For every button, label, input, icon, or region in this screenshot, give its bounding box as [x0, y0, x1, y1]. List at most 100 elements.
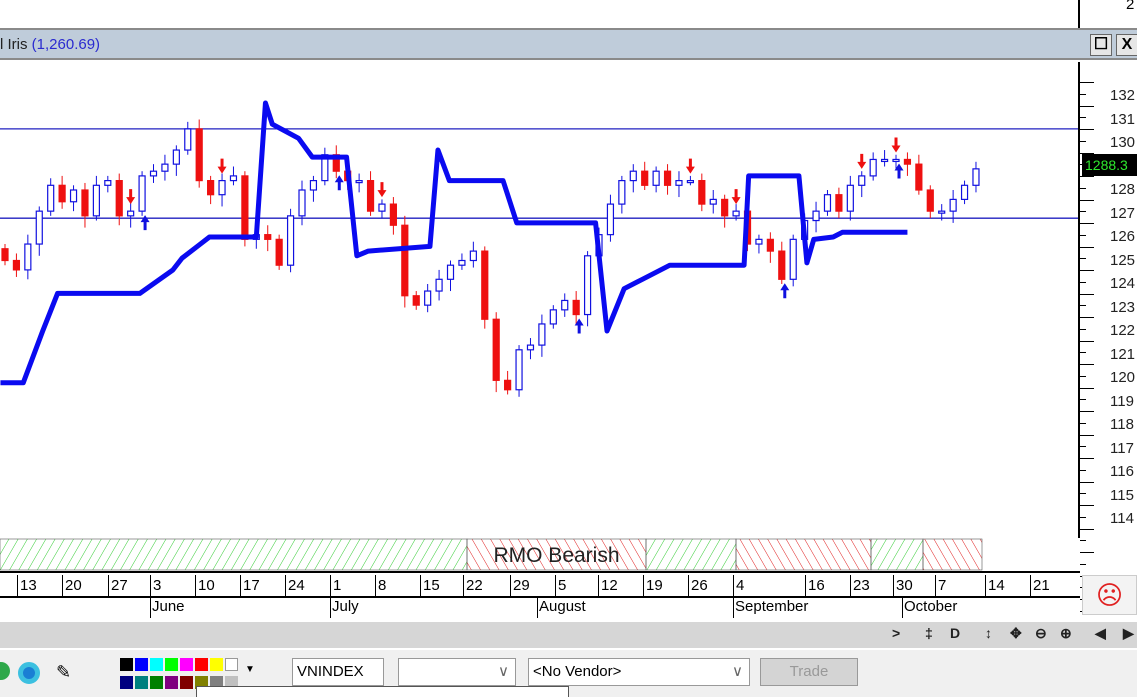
candle-body	[241, 175, 249, 240]
axis-tick	[1080, 328, 1086, 330]
date-tick-label: 1	[330, 575, 341, 596]
candle-body	[892, 158, 900, 163]
nav-button[interactable]: ⊕	[1060, 625, 1072, 642]
maximize-button[interactable]: ☐	[1090, 34, 1112, 56]
date-tick-label: 16	[805, 575, 825, 596]
last-price-label: 1288.3	[1082, 154, 1137, 176]
price-axis-label: 128	[1110, 181, 1136, 198]
sell-arrow-icon	[731, 189, 741, 205]
sell-arrow-icon	[217, 158, 227, 174]
nav-button[interactable]: ‡	[925, 625, 933, 641]
axis-tick	[1080, 293, 1094, 295]
price-chart[interactable]	[0, 62, 1080, 538]
palette-dropdown-icon[interactable]: ▼	[245, 664, 255, 675]
sell-arrow-icon	[685, 158, 695, 174]
sad-face-icon[interactable]: ☹	[1082, 575, 1137, 615]
candle-body	[172, 149, 180, 165]
upper-axis-label: 2	[1126, 0, 1135, 13]
date-tick-label: 15	[420, 575, 440, 596]
notes-icon[interactable]: ✎	[56, 662, 71, 683]
candle-body	[778, 250, 786, 280]
nav-button[interactable]: ↕	[985, 625, 992, 641]
axis-tick	[1080, 411, 1094, 412]
date-tick-label: 26	[688, 575, 708, 596]
vendor-select[interactable]: <No Vendor> ∨	[528, 658, 750, 686]
candle-body	[104, 179, 112, 186]
date-tick-label: 23	[850, 575, 870, 596]
nav-button[interactable]: D	[950, 625, 960, 641]
candle-body	[789, 238, 797, 280]
price-axis[interactable]: 132 131 130 128 127 126 125 124 123 122 121 120 119 1…	[1078, 62, 1137, 624]
color-swatch[interactable]	[120, 658, 133, 671]
nav-button[interactable]: ◀	[1095, 625, 1106, 642]
candle-body	[606, 203, 615, 236]
nav-button[interactable]: ▶	[1123, 625, 1134, 642]
color-swatch[interactable]	[210, 658, 223, 671]
candle-body	[972, 168, 980, 186]
month-axis: June July August September October	[0, 598, 1080, 620]
price-axis-label: 114	[1110, 510, 1134, 527]
color-swatch[interactable]	[165, 658, 178, 671]
nav-button[interactable]: >	[892, 625, 900, 641]
axis-tick	[1080, 469, 1086, 471]
axis-tick	[1080, 493, 1086, 495]
candle-body	[378, 203, 386, 212]
trade-button[interactable]: Trade	[760, 658, 858, 686]
axis-tick	[1080, 140, 1086, 142]
price-axis-label: 118	[1110, 416, 1134, 433]
candle-body	[12, 259, 21, 271]
candle-body	[127, 210, 135, 217]
title-name: l Iris	[0, 36, 28, 53]
color-swatch[interactable]	[180, 676, 193, 689]
axis-tick	[1080, 211, 1086, 213]
interval-select[interactable]: ∨	[398, 658, 516, 686]
candle-body	[858, 175, 866, 186]
color-swatch[interactable]	[195, 658, 208, 671]
candle-body	[835, 194, 843, 212]
date-tick-label: 12	[598, 575, 618, 596]
color-swatch[interactable]	[225, 658, 238, 671]
candle-body	[355, 179, 363, 184]
axis-tick	[1080, 129, 1094, 130]
price-axis-label: 125	[1110, 251, 1136, 269]
candle-body	[69, 189, 78, 203]
color-swatch[interactable]	[165, 676, 178, 689]
candle-body	[401, 224, 409, 297]
candle-body	[469, 250, 477, 262]
price-axis-label: 127	[1110, 204, 1136, 222]
symbol-input[interactable]: VNINDEX	[292, 658, 384, 686]
candle-body	[138, 175, 146, 212]
color-swatch[interactable]	[120, 676, 133, 689]
candle-body	[47, 184, 55, 212]
nav-button[interactable]: ⊖	[1035, 625, 1047, 642]
color-swatch[interactable]	[180, 658, 193, 671]
axis-tick	[1080, 317, 1094, 318]
color-swatch[interactable]	[150, 676, 163, 689]
axis-tick	[1080, 246, 1094, 248]
date-tick-label: 20	[62, 575, 82, 596]
candle-body	[184, 128, 192, 151]
color-swatch[interactable]	[135, 658, 148, 671]
candle-body	[652, 170, 660, 186]
close-button[interactable]: X	[1116, 34, 1137, 56]
candle-body	[526, 344, 535, 351]
candle-body	[1, 248, 9, 262]
candle-body	[869, 158, 877, 177]
edge-icon[interactable]	[18, 662, 40, 684]
color-swatch[interactable]	[150, 658, 163, 671]
date-tick-label: 13	[17, 575, 37, 596]
color-swatch[interactable]	[135, 676, 148, 689]
candle-body	[880, 158, 889, 163]
nav-button[interactable]: ✥	[1010, 625, 1022, 642]
candle-body	[229, 175, 238, 182]
date-tick-label: 21	[1030, 575, 1050, 596]
axis-tick	[1080, 281, 1086, 283]
date-axis[interactable]: 13 20 27 3 10 17 24 1 8 15 22 29 5 12 19 26 4 16 23 30 7 14 21	[0, 571, 1080, 598]
upper-axis-line	[1078, 0, 1080, 28]
date-tick-label: 17	[240, 575, 260, 596]
axis-tick	[1080, 375, 1086, 377]
chart-window-title-bar[interactable]: l Iris (1,260.69) ☐ X	[0, 28, 1137, 60]
chrome-icon[interactable]	[0, 662, 10, 680]
chevron-down-icon: ∨	[732, 663, 743, 680]
axis-tick	[1080, 117, 1086, 119]
